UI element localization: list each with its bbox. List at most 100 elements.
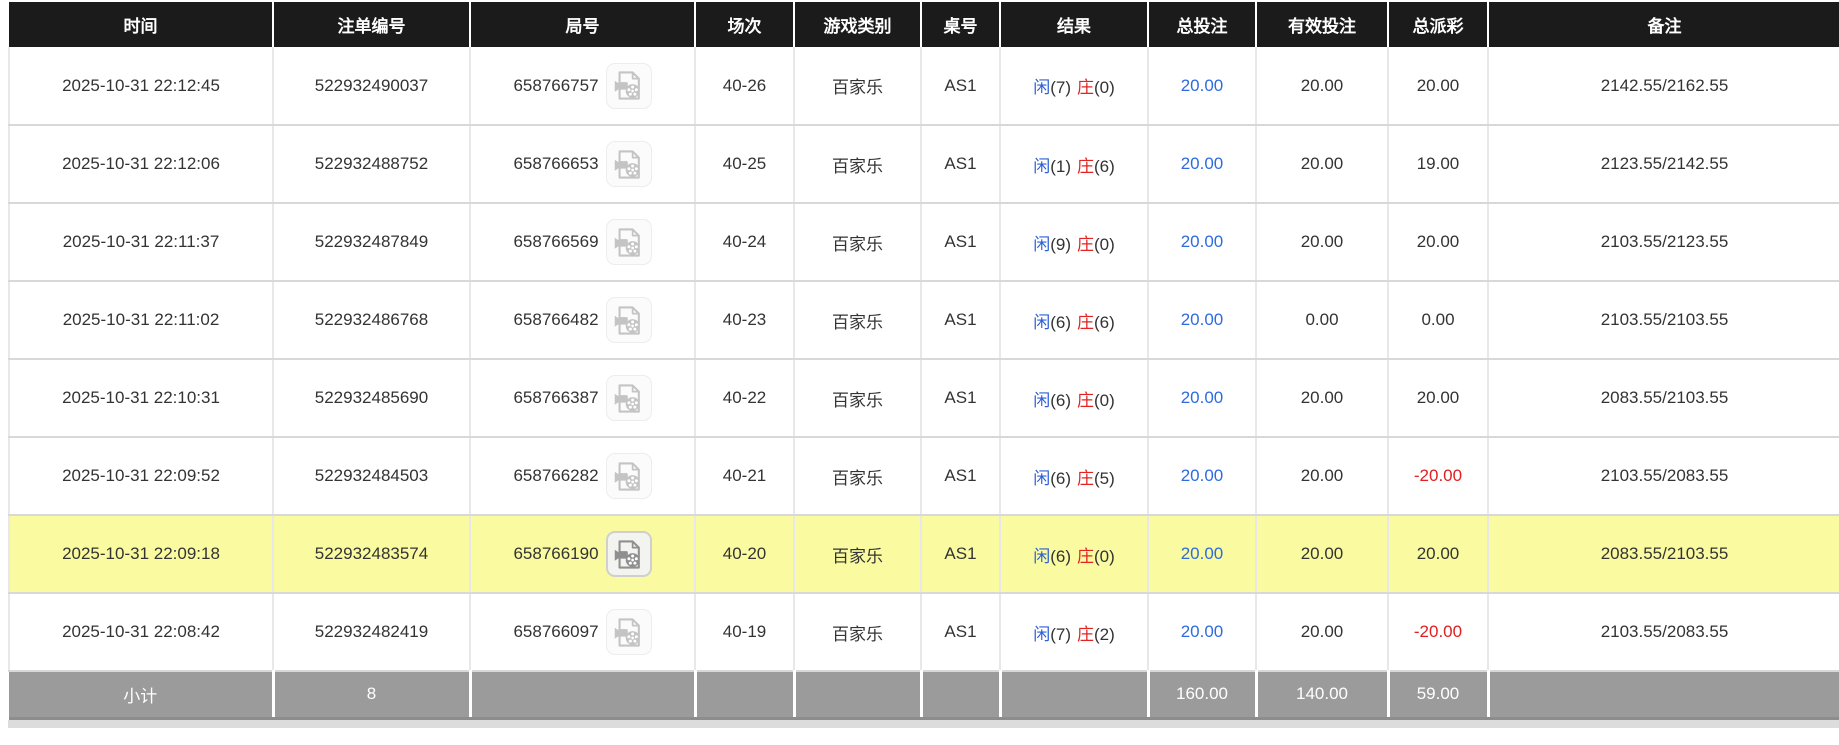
payout-amount: 0.00 <box>1421 310 1455 329</box>
cell-total-payout: 20.00 <box>1387 47 1488 126</box>
video-replay-button[interactable] <box>605 609 652 655</box>
result-player-label: 闲 <box>1033 624 1051 644</box>
cell-bet-number: 522932485690 <box>272 359 470 438</box>
result-player-label: 闲 <box>1033 78 1051 97</box>
cell-bet-number: 522932490037 <box>272 47 470 126</box>
result-player-label: 闲 <box>1033 156 1051 176</box>
cell-result: 闲(6) 庄(0) <box>999 359 1148 438</box>
cell-remark: 2103.55/2083.55 <box>1487 437 1839 516</box>
cell-remark: 2103.55/2123.55 <box>1487 203 1839 282</box>
video-replay-icon <box>612 460 645 493</box>
payout-amount: 19.00 <box>1416 154 1460 173</box>
subtotal-empty-cell <box>998 670 1148 720</box>
subtotal-empty-cell <box>1486 670 1839 720</box>
cell-table-number: AS1 <box>920 125 1000 204</box>
payout-amount: -20.00 <box>1413 466 1463 485</box>
total-bet-amount: 20.00 <box>1180 154 1224 173</box>
cell-bet-number: 522932483574 <box>272 515 470 594</box>
result-player-label: 闲 <box>1033 546 1051 566</box>
column-header-total-bet: 总投注 <box>1147 2 1256 47</box>
cell-round-number: 658766387 <box>469 359 695 438</box>
cell-bet-number: 522932482419 <box>272 593 470 672</box>
payout-amount: 20.00 <box>1416 388 1460 407</box>
subtotal-total-bet: 160.00 <box>1146 670 1256 720</box>
cell-game-type: 百家乐 <box>793 593 921 672</box>
cell-total-bet: 20.00 <box>1147 47 1256 126</box>
cell-session: 40-22 <box>694 359 794 438</box>
cell-session: 40-24 <box>694 203 794 282</box>
subtotal-empty-cell <box>468 670 695 720</box>
cell-time: 2025-10-31 22:10:31 <box>8 359 273 438</box>
result-banker-label: 庄 <box>1077 156 1094 176</box>
result-banker-value: (6) <box>1094 156 1115 176</box>
video-replay-button[interactable] <box>605 453 652 499</box>
total-bet-amount: 20.00 <box>1180 310 1224 329</box>
result-banker-value: (0) <box>1094 546 1115 566</box>
video-replay-button[interactable] <box>605 297 652 343</box>
cell-table-number: AS1 <box>920 359 1000 438</box>
cell-total-payout: -20.00 <box>1387 437 1488 516</box>
cell-total-payout: 19.00 <box>1387 125 1488 204</box>
subtotal-empty-cell <box>693 670 794 720</box>
cell-table-number: AS1 <box>920 203 1000 282</box>
video-replay-button[interactable] <box>605 375 652 421</box>
cell-game-type: 百家乐 <box>793 47 921 126</box>
cell-game-type: 百家乐 <box>793 515 921 594</box>
cell-valid-bet: 0.00 <box>1255 281 1388 360</box>
cell-session: 40-23 <box>694 281 794 360</box>
column-header-total-payout: 总派彩 <box>1387 2 1488 47</box>
subtotal-empty-cell <box>919 670 1000 720</box>
cell-round-number: 658766282 <box>469 437 695 516</box>
cell-remark: 2083.55/2103.55 <box>1487 359 1839 438</box>
cell-result: 闲(6) 庄(6) <box>999 281 1148 360</box>
cell-time: 2025-10-31 22:12:06 <box>8 125 273 204</box>
cell-remark: 2142.55/2162.55 <box>1487 47 1839 126</box>
cell-total-payout: 20.00 <box>1387 515 1488 594</box>
cell-result: 闲(6) 庄(5) <box>999 437 1148 516</box>
table-row: 2025-10-31 22:12:06 522932488752 6587666… <box>8 125 1839 204</box>
cell-round-number: 658766097 <box>469 593 695 672</box>
video-replay-button[interactable] <box>605 141 652 187</box>
cell-remark: 2103.55/2083.55 <box>1487 593 1839 672</box>
cell-session: 40-19 <box>694 593 794 672</box>
payout-amount: 20.00 <box>1416 75 1460 95</box>
table-row: 2025-10-31 22:09:52 522932484503 6587662… <box>8 437 1839 516</box>
round-number: 658766653 <box>513 154 599 173</box>
cell-remark: 2123.55/2142.55 <box>1487 125 1839 204</box>
total-bet-amount: 20.00 <box>1180 75 1224 95</box>
cell-session: 40-21 <box>694 437 794 516</box>
cell-valid-bet: 20.00 <box>1255 125 1388 204</box>
payout-amount: 20.00 <box>1416 232 1460 251</box>
result-player-label: 闲 <box>1033 234 1051 254</box>
cell-bet-number: 522932487849 <box>272 203 470 282</box>
cell-time: 2025-10-31 22:09:52 <box>8 437 273 516</box>
cell-bet-number: 522932488752 <box>272 125 470 204</box>
payout-amount: -20.00 <box>1413 622 1463 641</box>
video-replay-button[interactable] <box>605 531 652 577</box>
subtotal-count: 8 <box>271 670 470 720</box>
column-header-session: 场次 <box>694 2 794 47</box>
result-banker-value: (6) <box>1094 312 1115 332</box>
bet-history-table: 时间 注单编号 局号 场次 游戏类别 桌号 结果 总投注 有效投注 总派彩 备注… <box>8 2 1839 720</box>
video-replay-button[interactable] <box>605 62 652 109</box>
cell-game-type: 百家乐 <box>793 203 921 282</box>
column-header-game-type: 游戏类别 <box>793 2 921 47</box>
result-player-label: 闲 <box>1033 468 1051 488</box>
cell-round-number: 658766482 <box>469 281 695 360</box>
cell-total-bet: 20.00 <box>1147 515 1256 594</box>
column-header-table-number: 桌号 <box>920 2 1000 47</box>
result-banker-label: 庄 <box>1077 234 1094 254</box>
result-banker-label: 庄 <box>1077 312 1094 332</box>
video-replay-button[interactable] <box>605 219 652 265</box>
cell-game-type: 百家乐 <box>793 437 921 516</box>
table-row: 2025-10-31 22:09:18 522932483574 6587661… <box>8 515 1839 594</box>
cell-result: 闲(7) 庄(0) <box>999 47 1148 126</box>
result-player-value: (7) <box>1050 78 1071 97</box>
video-replay-icon <box>612 616 645 649</box>
column-header-round-number: 局号 <box>469 2 695 47</box>
cell-valid-bet: 20.00 <box>1255 203 1388 282</box>
result-player-label: 闲 <box>1033 312 1051 332</box>
result-player-value: (9) <box>1050 234 1071 254</box>
cell-session: 40-25 <box>694 125 794 204</box>
subtotal-row: 小计 8 160.00 140.00 59.00 <box>9 670 1839 720</box>
